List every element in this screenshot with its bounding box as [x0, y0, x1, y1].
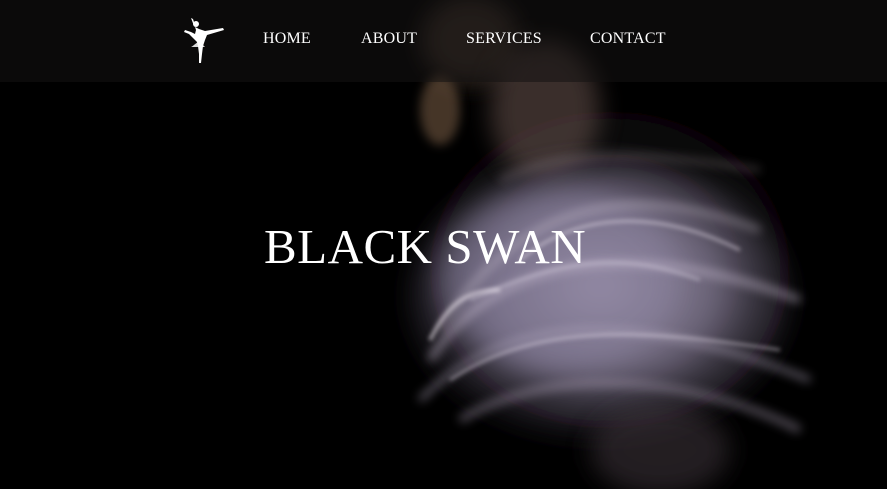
nav-about-link[interactable]: ABOUT [361, 30, 417, 48]
ballerina-icon[interactable] [183, 16, 227, 66]
nav-services-link[interactable]: SERVICES [466, 30, 542, 48]
top-navbar: HOME ABOUT SERVICES CONTACT [0, 0, 887, 82]
nav-home-link[interactable]: HOME [263, 30, 311, 48]
hero-section: HOME ABOUT SERVICES CONTACT BLACK SWAN [0, 0, 887, 489]
hero-title: BLACK SWAN [264, 219, 587, 274]
nav-contact-link[interactable]: CONTACT [590, 30, 666, 48]
